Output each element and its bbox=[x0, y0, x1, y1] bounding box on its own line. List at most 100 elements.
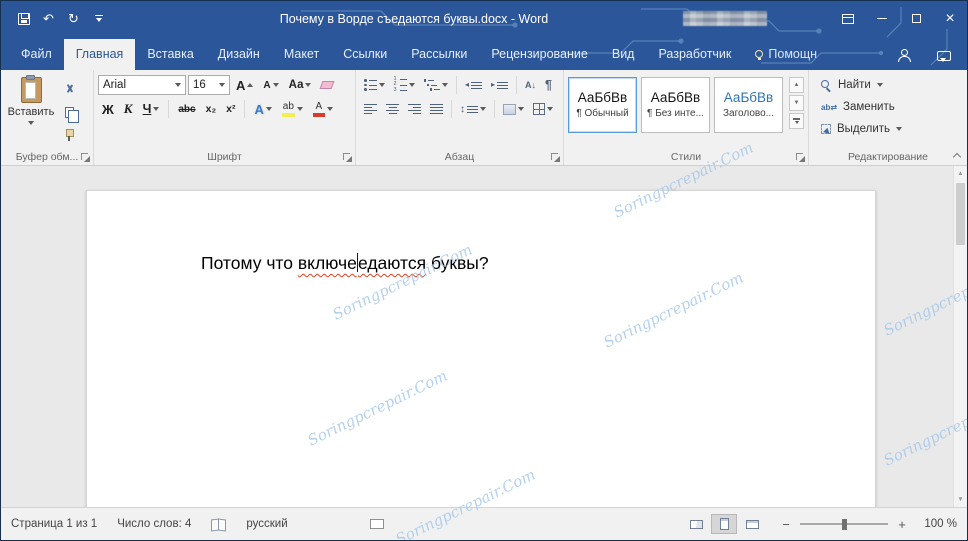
numbering-button[interactable] bbox=[390, 75, 419, 95]
italic-icon: К bbox=[124, 101, 133, 117]
window-header: ↶ ↻ Почему в Ворде съедаются буквы.docx … bbox=[1, 1, 967, 70]
increase-indent-button[interactable]: ▸ bbox=[487, 75, 512, 95]
tab-design[interactable]: Дизайн bbox=[206, 39, 272, 70]
page-indicator[interactable]: Страница 1 из 1 bbox=[11, 518, 97, 530]
clipboard-dialog-launcher[interactable] bbox=[81, 153, 90, 162]
font-name-select[interactable]: Arial bbox=[98, 75, 186, 95]
scroll-down-icon[interactable]: ▼ bbox=[957, 492, 963, 507]
tab-help-assistant[interactable]: Помощн bbox=[743, 39, 829, 70]
read-mode-button[interactable] bbox=[683, 514, 709, 534]
styles-more-button[interactable] bbox=[789, 113, 804, 129]
subscript-button[interactable]: х₂ bbox=[202, 99, 221, 119]
justify-icon bbox=[430, 104, 443, 114]
align-center-button[interactable] bbox=[382, 99, 403, 119]
styles-scroll-up-button[interactable]: ▲ bbox=[789, 77, 804, 93]
grow-font-button[interactable]: А bbox=[232, 75, 257, 95]
change-case-button[interactable]: Аа bbox=[285, 75, 316, 95]
redo-button[interactable]: ↻ bbox=[61, 7, 86, 31]
superscript-button[interactable]: х² bbox=[222, 99, 239, 119]
styles-group: АаБбВв ¶ Обычный АаБбВв ¶ Без инте... Аа… bbox=[564, 70, 809, 165]
tab-layout[interactable]: Макет bbox=[272, 39, 331, 70]
clear-formatting-button[interactable] bbox=[317, 75, 337, 95]
show-formatting-marks-button[interactable]: ¶ bbox=[541, 75, 556, 95]
vertical-scrollbar[interactable]: ▲ ▼ bbox=[953, 166, 967, 507]
undo-icon: ↶ bbox=[43, 12, 54, 25]
tab-file[interactable]: Файл bbox=[9, 39, 64, 70]
word-count[interactable]: Число слов: 4 bbox=[117, 518, 191, 530]
zoom-slider[interactable] bbox=[800, 523, 888, 525]
find-label: Найти bbox=[838, 79, 871, 91]
shrink-font-icon: А bbox=[263, 80, 270, 91]
comment-icon[interactable] bbox=[937, 51, 951, 61]
paragraph-dialog-launcher[interactable] bbox=[551, 153, 560, 162]
tab-insert[interactable]: Вставка bbox=[135, 39, 205, 70]
save-button[interactable] bbox=[11, 7, 36, 31]
align-right-button[interactable] bbox=[404, 99, 425, 119]
copy-button[interactable] bbox=[57, 102, 81, 122]
text-effects-button[interactable]: А bbox=[250, 99, 275, 119]
zoom-slider-thumb[interactable] bbox=[842, 519, 847, 530]
tab-references[interactable]: Ссылки bbox=[331, 39, 399, 70]
maximize-button[interactable] bbox=[899, 1, 933, 36]
style-no-spacing[interactable]: АаБбВв ¶ Без инте... bbox=[641, 77, 710, 133]
styles-scroll-column: ▲ ▼ bbox=[789, 77, 804, 129]
zoom-in-button[interactable]: + bbox=[897, 517, 907, 532]
borders-button[interactable] bbox=[529, 99, 557, 119]
find-button[interactable]: Найти bbox=[817, 75, 963, 95]
close-button[interactable]: × bbox=[933, 1, 967, 36]
font-dialog-launcher[interactable] bbox=[343, 153, 352, 162]
paste-button[interactable]: Вставить bbox=[5, 75, 57, 148]
redo-icon: ↻ bbox=[68, 12, 79, 25]
print-layout-button[interactable] bbox=[711, 514, 737, 534]
strikethrough-button[interactable]: abc bbox=[174, 99, 199, 119]
bold-button[interactable]: Ж bbox=[98, 99, 118, 119]
highlight-button[interactable]: ab bbox=[278, 99, 307, 119]
customize-quick-access-button[interactable] bbox=[86, 7, 111, 31]
chevron-down-icon bbox=[896, 127, 902, 131]
tab-developer[interactable]: Разработчик bbox=[646, 39, 743, 70]
select-button[interactable]: Выделить bbox=[817, 119, 963, 139]
style-normal[interactable]: АаБбВв ¶ Обычный bbox=[568, 77, 637, 133]
tab-view[interactable]: Вид bbox=[600, 39, 647, 70]
web-layout-button[interactable] bbox=[739, 514, 765, 534]
increase-indent-icon: ▸ bbox=[491, 81, 495, 89]
language-indicator[interactable]: русский bbox=[246, 518, 287, 530]
macro-record-icon[interactable] bbox=[370, 519, 384, 529]
word-window: ↶ ↻ Почему в Ворде съедаются буквы.docx … bbox=[0, 0, 968, 541]
borders-icon bbox=[533, 103, 545, 115]
zoom-out-button[interactable]: − bbox=[781, 517, 791, 532]
replace-button[interactable]: ab⇄ Заменить bbox=[817, 97, 963, 117]
scroll-up-icon[interactable]: ▲ bbox=[957, 166, 963, 181]
ribbon-display-options-button[interactable] bbox=[831, 1, 865, 36]
zoom-percentage[interactable]: 100 % bbox=[919, 518, 957, 530]
tab-home[interactable]: Главная bbox=[64, 39, 136, 70]
font-color-button[interactable]: А bbox=[309, 99, 337, 119]
tab-mailings[interactable]: Рассылки bbox=[399, 39, 479, 70]
cut-button[interactable] bbox=[57, 79, 81, 99]
shrink-font-button[interactable]: А bbox=[259, 75, 282, 95]
styles-dialog-launcher[interactable] bbox=[796, 153, 805, 162]
align-left-button[interactable] bbox=[360, 99, 381, 119]
multilevel-list-button[interactable] bbox=[420, 75, 453, 95]
decrease-indent-button[interactable]: ◂ bbox=[461, 75, 486, 95]
style-name: Заголово... bbox=[723, 108, 774, 119]
line-spacing-button[interactable]: ↕ bbox=[456, 99, 490, 119]
text-effects-icon: А bbox=[254, 102, 263, 117]
user-account-icon[interactable] bbox=[897, 49, 911, 62]
bullets-button[interactable] bbox=[360, 75, 389, 95]
format-painter-button[interactable] bbox=[57, 125, 81, 145]
shading-button[interactable] bbox=[499, 99, 528, 119]
proofing-status-icon[interactable] bbox=[211, 519, 226, 530]
justify-button[interactable] bbox=[426, 99, 447, 119]
scrollbar-thumb[interactable] bbox=[956, 183, 965, 245]
styles-scroll-down-button[interactable]: ▼ bbox=[789, 95, 804, 111]
style-heading[interactable]: АаБбВв Заголово... bbox=[714, 77, 783, 133]
tab-review[interactable]: Рецензирование bbox=[479, 39, 600, 70]
undo-button[interactable]: ↶ bbox=[36, 7, 61, 31]
italic-button[interactable]: К bbox=[120, 99, 137, 119]
minimize-button[interactable] bbox=[865, 1, 899, 36]
font-size-select[interactable]: 16 bbox=[188, 75, 230, 95]
document-page[interactable]: Потому что включеедаются буквы? bbox=[86, 190, 876, 507]
underline-button[interactable]: Ч bbox=[139, 99, 164, 119]
sort-button[interactable]: А↓ bbox=[521, 75, 540, 95]
